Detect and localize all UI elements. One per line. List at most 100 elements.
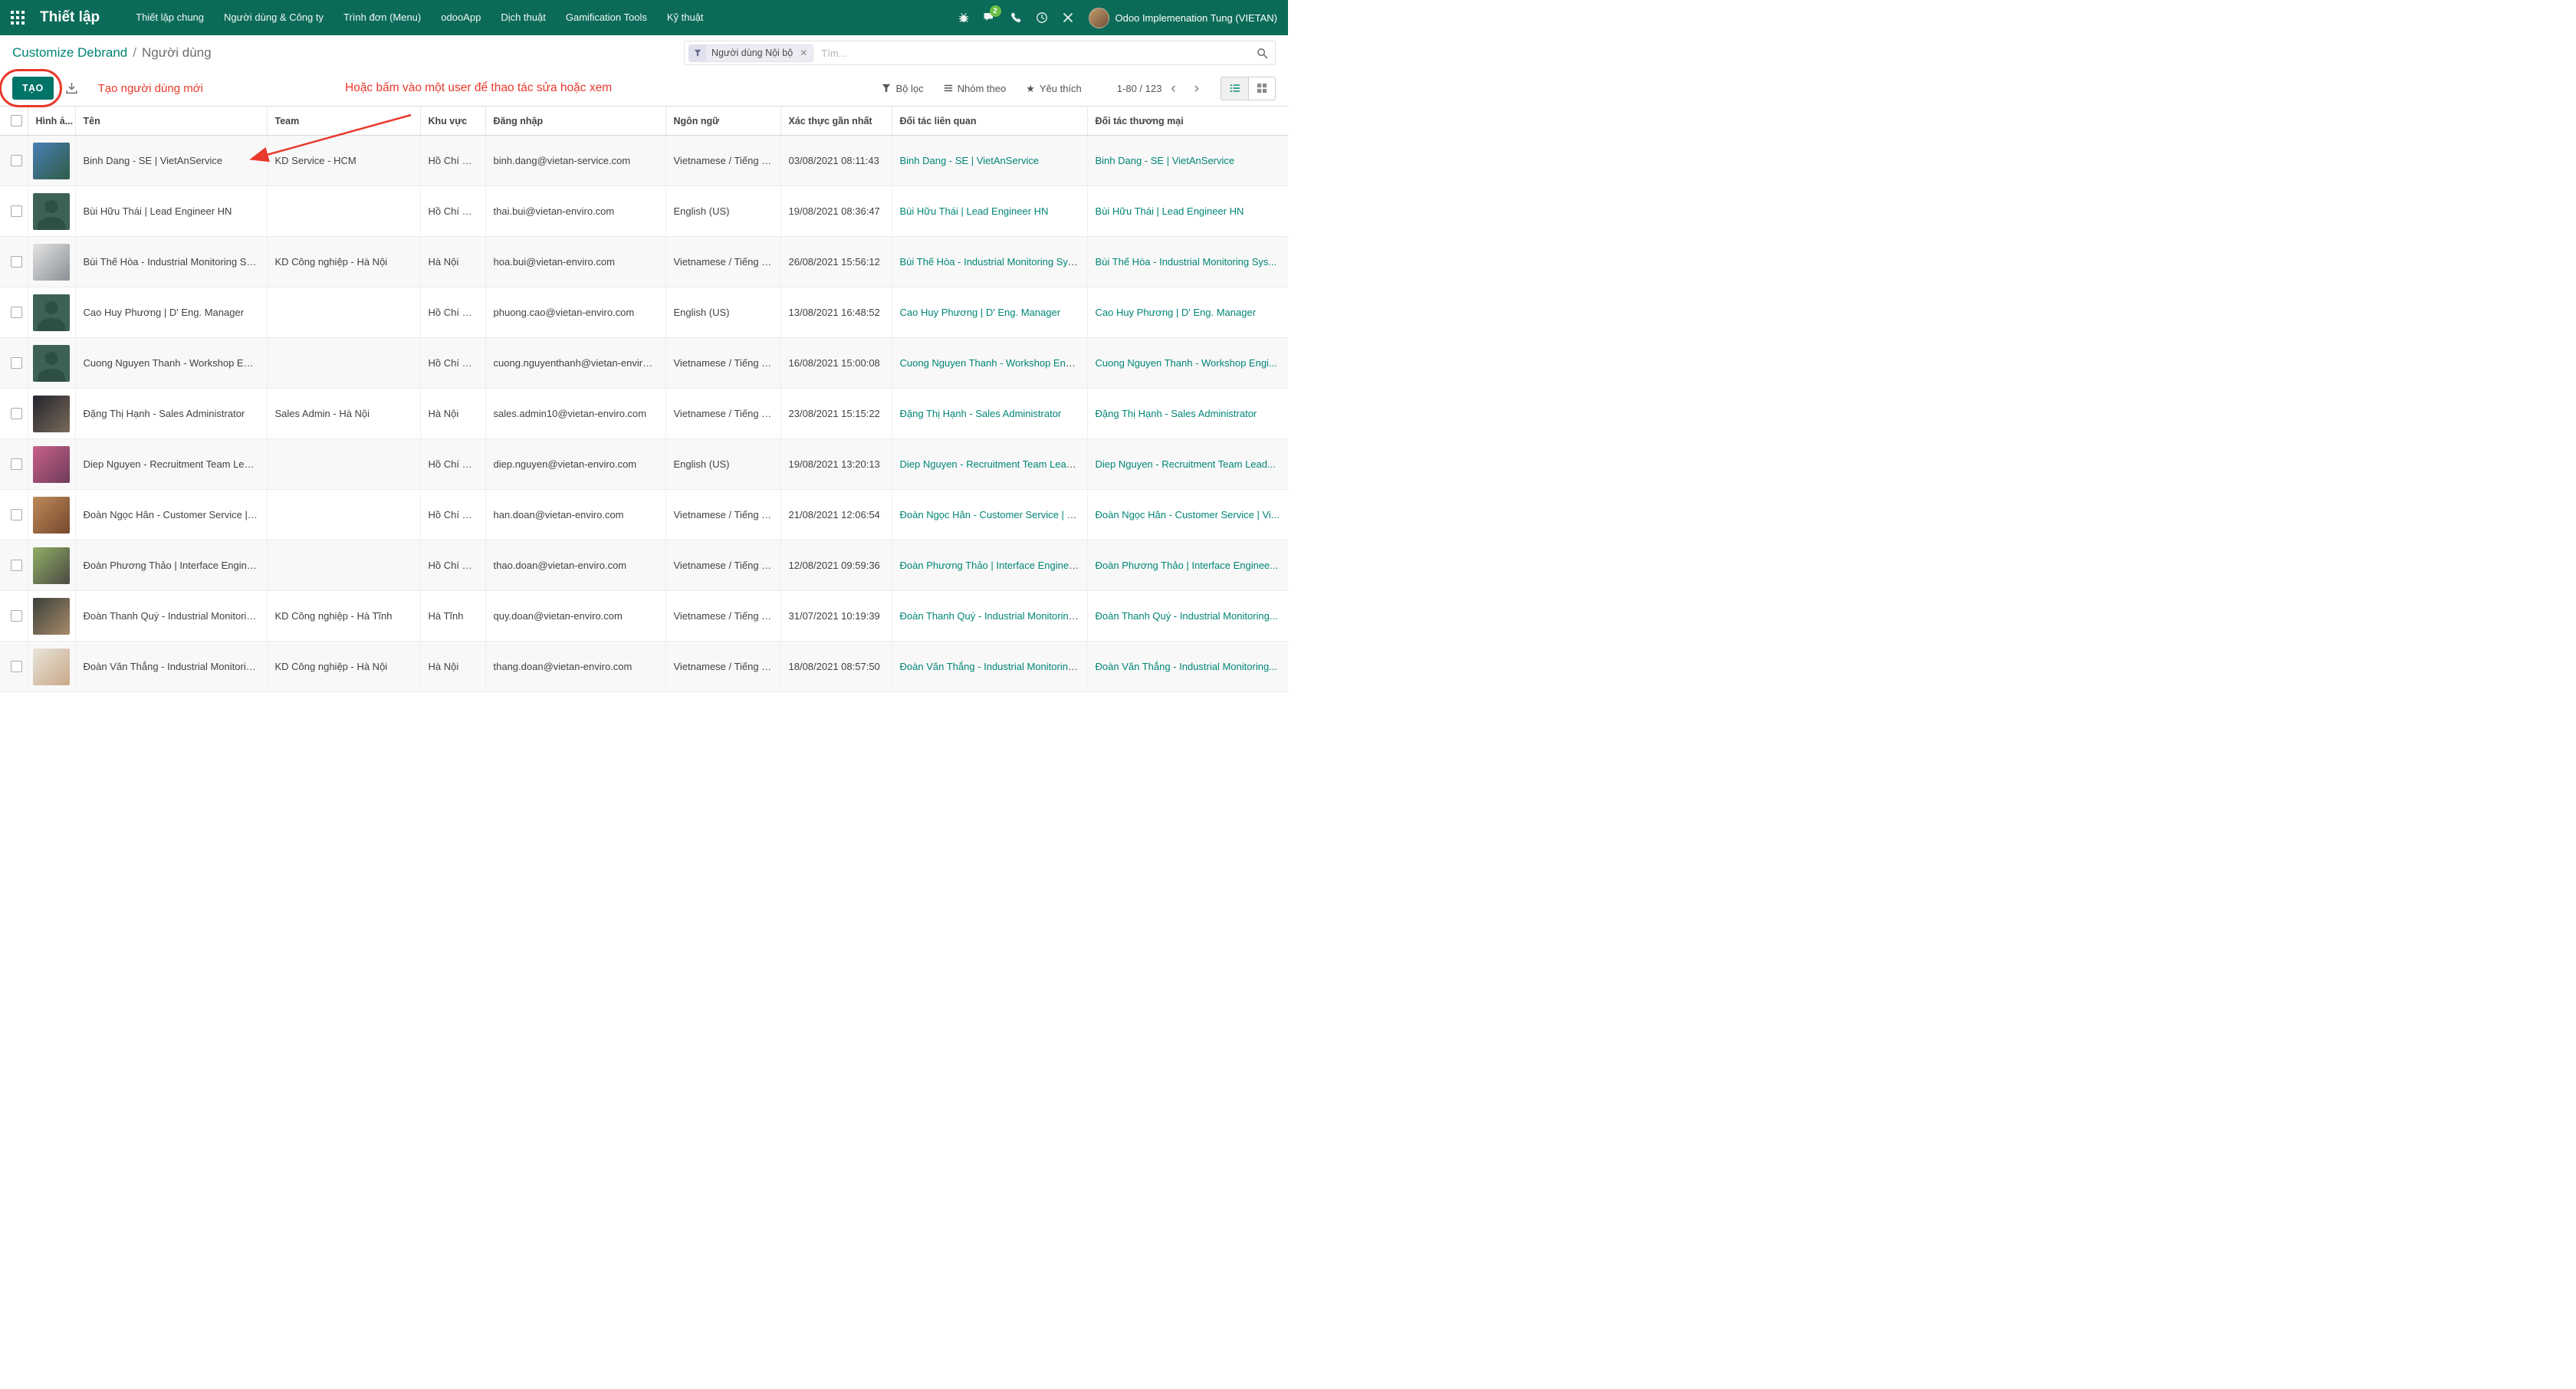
- commercial-partner-link[interactable]: Đoàn Thanh Quý - Industrial Monitoring..…: [1096, 610, 1278, 622]
- menu-technical[interactable]: Kỹ thuật: [657, 0, 714, 35]
- apps-grid-icon[interactable]: [0, 0, 35, 35]
- row-checkbox[interactable]: [11, 509, 22, 520]
- related-partner-link[interactable]: Diep Nguyen - Recruitment Team Leader|..…: [900, 458, 1088, 470]
- menu-menus[interactable]: Trình đơn (Menu): [334, 0, 431, 35]
- commercial-partner-link[interactable]: Diep Nguyen - Recruitment Team Lead...: [1096, 458, 1276, 470]
- table-row[interactable]: Đặng Thị Hạnh - Sales Administrator Sale…: [0, 389, 1288, 439]
- user-region: Hồ Chí Minh: [420, 439, 485, 490]
- user-team: [267, 540, 420, 591]
- commercial-partner-link[interactable]: Đoàn Văn Thắng - Industrial Monitoring..…: [1096, 661, 1278, 672]
- menu-odooapp[interactable]: odooApp: [431, 0, 491, 35]
- commercial-partner-link[interactable]: Cuong Nguyen Thanh - Workshop Engi...: [1096, 357, 1277, 369]
- menu-general-settings[interactable]: Thiết lập chung: [126, 0, 214, 35]
- messages-icon[interactable]: 2: [977, 0, 1003, 35]
- row-checkbox[interactable]: [11, 205, 22, 217]
- user-table-body: Binh Dang - SE | VietAnService KD Servic…: [0, 136, 1288, 692]
- user-language: English (US): [665, 439, 780, 490]
- kanban-view-button[interactable]: [1248, 77, 1275, 100]
- column-header-last-auth[interactable]: Xác thực gần nhất: [780, 107, 892, 136]
- menu-translation[interactable]: Dịch thuật: [491, 0, 556, 35]
- search-input[interactable]: [820, 47, 1257, 60]
- related-partner-link[interactable]: Đặng Thị Hạnh - Sales Administrator: [900, 408, 1062, 419]
- list-view-button[interactable]: [1221, 77, 1248, 100]
- pager-value[interactable]: 1-80 / 123: [1117, 83, 1162, 94]
- groupby-button[interactable]: Nhóm theo: [944, 83, 1007, 94]
- commercial-partner-link[interactable]: Bùi Thế Hòa - Industrial Monitoring Sys.…: [1096, 256, 1277, 268]
- pager-next-icon[interactable]: ›: [1185, 81, 1208, 96]
- user-name: Đoàn Phương Thảo | Interface Engineer (.…: [75, 540, 267, 591]
- user-menu[interactable]: Odoo Implemenation Tung (VIETAN): [1089, 8, 1277, 28]
- row-checkbox[interactable]: [11, 610, 22, 622]
- column-header-team[interactable]: Team: [267, 107, 420, 136]
- related-partner-link[interactable]: Bùi Thế Hòa - Industrial Monitoring Syst…: [900, 256, 1088, 268]
- commercial-partner-link[interactable]: Binh Dang - SE | VietAnService: [1096, 155, 1235, 166]
- search-icon: [1257, 48, 1268, 59]
- related-partner-link[interactable]: Đoàn Văn Thắng - Industrial Monitoring S…: [900, 661, 1088, 672]
- user-login: han.doan@vietan-enviro.com: [485, 490, 665, 540]
- column-header-image[interactable]: Hình ả...: [28, 107, 75, 136]
- related-partner-link[interactable]: Đoàn Thanh Quý - Industrial Monitoring S…: [900, 610, 1088, 622]
- app-title[interactable]: Thiết lập: [40, 9, 100, 26]
- user-region: Hồ Chí Minh: [420, 338, 485, 389]
- table-header-row: Hình ả... Tên Team Khu vực Đăng nhập Ngô…: [0, 107, 1288, 136]
- favorites-button[interactable]: ★ Yêu thích: [1026, 83, 1082, 94]
- table-row[interactable]: Đoàn Thanh Quý - Industrial Monitoring S…: [0, 591, 1288, 642]
- related-partner-link[interactable]: Cao Huy Phương | D' Eng. Manager: [900, 307, 1061, 318]
- menu-gamification[interactable]: Gamification Tools: [556, 0, 657, 35]
- table-row[interactable]: Cao Huy Phương | D' Eng. Manager Hồ Chí …: [0, 287, 1288, 338]
- user-list-view: Hình ả... Tên Team Khu vực Đăng nhập Ngô…: [0, 106, 1288, 692]
- activity-clock-icon[interactable]: [1029, 0, 1055, 35]
- row-checkbox[interactable]: [11, 155, 22, 166]
- user-login: binh.dang@vietan-service.com: [485, 136, 665, 186]
- column-header-language[interactable]: Ngôn ngữ: [665, 107, 780, 136]
- row-checkbox[interactable]: [11, 256, 22, 268]
- create-button[interactable]: TẠO: [12, 77, 54, 100]
- export-download-icon[interactable]: [65, 82, 78, 95]
- related-partner-link[interactable]: Binh Dang - SE | VietAnService: [900, 155, 1040, 166]
- table-row[interactable]: Diep Nguyen - Recruitment Team Leader|..…: [0, 439, 1288, 490]
- commercial-partner-link[interactable]: Đoàn Ngọc Hân - Customer Service | Vi...: [1096, 509, 1280, 520]
- bug-icon[interactable]: [951, 0, 977, 35]
- column-header-name[interactable]: Tên: [75, 107, 267, 136]
- row-checkbox[interactable]: [11, 560, 22, 571]
- commercial-partner-link[interactable]: Bùi Hữu Thái | Lead Engineer HN: [1096, 205, 1244, 217]
- column-header-region[interactable]: Khu vực: [420, 107, 485, 136]
- table-row[interactable]: Đoàn Ngọc Hân - Customer Service | Viet.…: [0, 490, 1288, 540]
- table-row[interactable]: Bùi Hữu Thái | Lead Engineer HN Hồ Chí M…: [0, 186, 1288, 237]
- user-last-auth: 31/07/2021 10:19:39: [780, 591, 892, 642]
- related-partner-link[interactable]: Bùi Hữu Thái | Lead Engineer HN: [900, 205, 1049, 217]
- related-partner-link[interactable]: Cuong Nguyen Thanh - Workshop Engine...: [900, 357, 1088, 369]
- column-header-commercial-partner[interactable]: Đối tác thương mại: [1087, 107, 1288, 136]
- commercial-partner-link[interactable]: Đặng Thị Hạnh - Sales Administrator: [1096, 408, 1257, 419]
- row-checkbox[interactable]: [11, 357, 22, 369]
- related-partner-link[interactable]: Đoàn Ngọc Hân - Customer Service | Viet.…: [900, 509, 1088, 520]
- menu-users-companies[interactable]: Người dùng & Công ty: [214, 0, 334, 35]
- select-all-checkbox[interactable]: [11, 115, 22, 126]
- table-row[interactable]: Đoàn Phương Thảo | Interface Engineer (.…: [0, 540, 1288, 591]
- column-header-related-partner[interactable]: Đối tác liên quan: [892, 107, 1087, 136]
- funnel-icon: [882, 84, 891, 93]
- row-checkbox[interactable]: [11, 408, 22, 419]
- user-last-auth: 13/08/2021 16:48:52: [780, 287, 892, 338]
- table-row[interactable]: Binh Dang - SE | VietAnService KD Servic…: [0, 136, 1288, 186]
- phone-icon[interactable]: [1003, 0, 1029, 35]
- breadcrumb-parent-link[interactable]: Customize Debrand: [12, 45, 127, 61]
- commercial-partner-link[interactable]: Đoàn Phương Thảo | Interface Enginee...: [1096, 560, 1279, 571]
- user-team: KD Công nghiệp - Hà Nội: [267, 237, 420, 287]
- table-row[interactable]: Cuong Nguyen Thanh - Workshop Engine... …: [0, 338, 1288, 389]
- user-last-auth: 19/08/2021 08:36:47: [780, 186, 892, 237]
- row-checkbox[interactable]: [11, 458, 22, 470]
- related-partner-link[interactable]: Đoàn Phương Thảo | Interface Engineer (.…: [900, 560, 1088, 571]
- filters-button[interactable]: Bộ lọc: [882, 83, 923, 94]
- row-checkbox[interactable]: [11, 661, 22, 672]
- user-avatar: [33, 294, 70, 331]
- tools-icon[interactable]: [1055, 0, 1081, 35]
- pager-previous-icon[interactable]: ‹: [1162, 81, 1184, 96]
- table-row[interactable]: Đoàn Văn Thắng - Industrial Monitoring S…: [0, 642, 1288, 692]
- commercial-partner-link[interactable]: Cao Huy Phương | D' Eng. Manager: [1096, 307, 1257, 318]
- row-checkbox[interactable]: [11, 307, 22, 318]
- table-row[interactable]: Bùi Thế Hòa - Industrial Monitoring Syst…: [0, 237, 1288, 287]
- facet-remove-icon[interactable]: ✕: [798, 48, 813, 58]
- user-team: [267, 287, 420, 338]
- column-header-login[interactable]: Đăng nhập: [485, 107, 665, 136]
